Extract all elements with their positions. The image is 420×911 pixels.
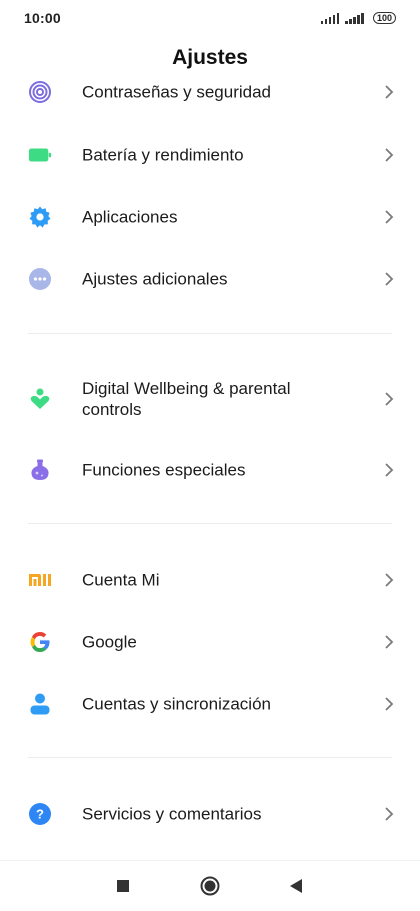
- settings-item-google[interactable]: Google: [0, 614, 420, 670]
- settings-item-label: Google: [82, 632, 137, 652]
- settings-item-label: Batería y rendimiento: [82, 145, 244, 165]
- settings-item-passwords-security[interactable]: Contraseñas y seguridad: [0, 80, 420, 120]
- settings-item-special-features[interactable]: Funciones especiales: [0, 442, 420, 498]
- status-icons: 100: [320, 12, 396, 24]
- chevron-right-icon: [385, 210, 394, 224]
- settings-item-label: Aplicaciones: [82, 207, 178, 227]
- signal-icon: [345, 12, 364, 24]
- chevron-right-icon: [385, 463, 394, 477]
- back-button[interactable]: [289, 878, 303, 894]
- settings-item-additional[interactable]: Ajustes adicionales: [0, 251, 420, 307]
- settings-item-label: Servicios y comentarios: [82, 804, 262, 824]
- section-divider: [28, 757, 392, 758]
- chevron-right-icon: [385, 85, 394, 99]
- status-time: 10:00: [24, 10, 61, 26]
- section-divider: [28, 333, 392, 334]
- settings-item-battery[interactable]: Batería y rendimiento: [0, 127, 420, 183]
- battery-icon: 100: [372, 12, 396, 24]
- settings-item-label: Digital Wellbeing & parental controls: [82, 379, 291, 419]
- settings-item-services-feedback[interactable]: ? Servicios y comentarios: [0, 786, 420, 842]
- chevron-right-icon: [385, 392, 394, 406]
- person-icon: [28, 692, 52, 716]
- chevron-right-icon: [385, 635, 394, 649]
- section-divider: [28, 523, 392, 524]
- chevron-right-icon: [385, 807, 394, 821]
- settings-list[interactable]: Contraseñas y seguridad Batería y rendim…: [0, 80, 420, 860]
- settings-item-label: Funciones especiales: [82, 460, 246, 480]
- gear-icon: [28, 205, 52, 229]
- fingerprint-icon: [28, 80, 52, 104]
- settings-item-accounts-sync[interactable]: Cuentas y sincronización: [0, 676, 420, 732]
- mi-logo-icon: [28, 568, 52, 592]
- settings-item-digital-wellbeing[interactable]: Digital Wellbeing & parental controls: [0, 370, 420, 428]
- help-icon: ?: [28, 802, 52, 826]
- chevron-right-icon: [385, 148, 394, 162]
- battery-icon: [28, 143, 52, 167]
- recents-button[interactable]: [116, 879, 130, 893]
- page-title: Ajustes: [172, 46, 248, 69]
- google-logo-icon: [28, 630, 52, 654]
- settings-item-apps[interactable]: Aplicaciones: [0, 189, 420, 245]
- settings-item-label: Cuenta Mi: [82, 570, 160, 590]
- more-dots-icon: [28, 267, 52, 291]
- settings-item-label: Ajustes adicionales: [82, 269, 228, 289]
- chevron-right-icon: [385, 573, 394, 587]
- status-bar: 10:00 100: [0, 0, 420, 36]
- settings-item-label: Cuentas y sincronización: [82, 694, 271, 714]
- home-button[interactable]: [200, 876, 220, 896]
- navigation-bar: [0, 860, 420, 911]
- chevron-right-icon: [385, 272, 394, 286]
- chevron-right-icon: [385, 697, 394, 711]
- signal-icon: [320, 12, 340, 24]
- settings-item-label: Contraseñas y seguridad: [82, 82, 272, 102]
- settings-item-mi-account[interactable]: Cuenta Mi: [0, 552, 420, 608]
- svg-text:?: ?: [36, 807, 44, 822]
- wellbeing-icon: [28, 387, 52, 411]
- potion-icon: [28, 458, 52, 482]
